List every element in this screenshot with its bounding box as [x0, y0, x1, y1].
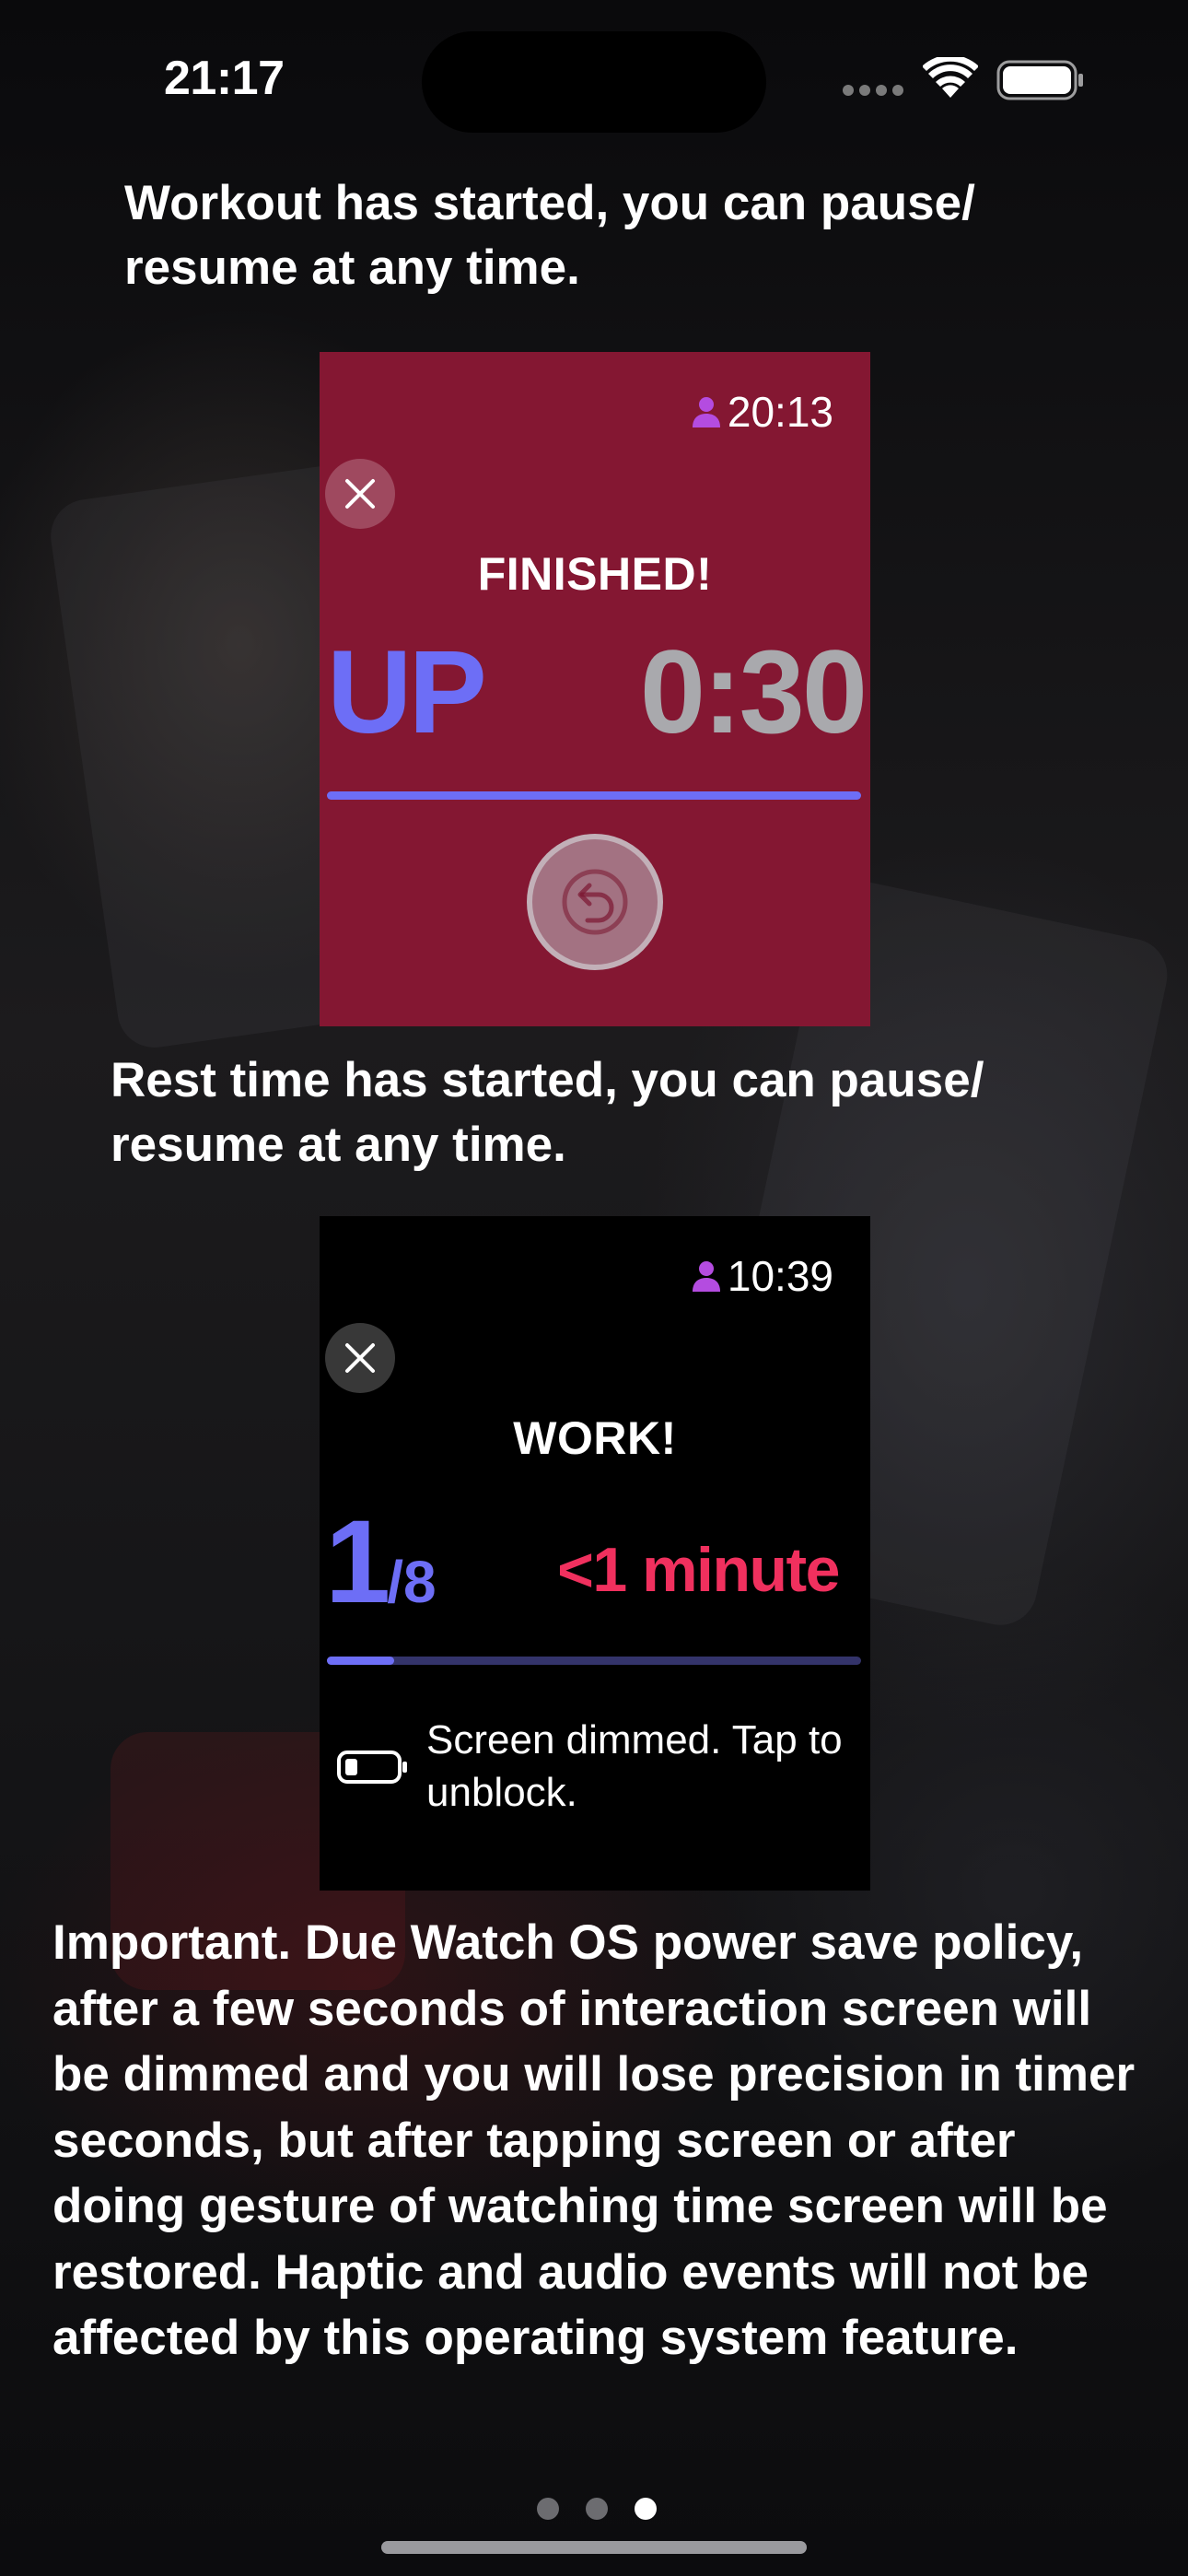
round-counter: 1/8 — [325, 1504, 437, 1622]
caption-rest-started: Rest time has started, you can pause/ re… — [111, 1053, 984, 1172]
status-bar: 21:17 — [0, 0, 1188, 157]
wifi-icon — [923, 57, 978, 98]
restart-button[interactable] — [527, 834, 663, 970]
watch-progress-fill — [327, 1657, 394, 1665]
screen-dimmed-message[interactable]: Screen dimmed. Tap to unblock. — [426, 1714, 859, 1819]
page-dot[interactable] — [635, 2498, 657, 2520]
status-time: 21:17 — [164, 52, 285, 105]
caption-workout-started: Workout has started, you can pause/ resu… — [124, 182, 1137, 321]
close-icon — [345, 1343, 375, 1373]
battery-icon — [996, 60, 1083, 100]
caption-line: resume at any time. — [124, 240, 580, 295]
watch-clock: 10:39 — [691, 1251, 833, 1301]
close-button[interactable] — [325, 1323, 395, 1393]
person-icon — [692, 1261, 720, 1292]
watch-clock: 20:13 — [691, 387, 833, 437]
caption-power-save-notice: Important. Due Watch OS power save polic… — [52, 1915, 1136, 2365]
caption-line: Workout has started, you can pause/ — [124, 182, 975, 230]
round-total: /8 — [387, 1549, 437, 1615]
watch-status-title: WORK! — [513, 1412, 677, 1464]
watch-progress-track — [327, 1657, 861, 1665]
close-button[interactable] — [325, 459, 395, 529]
watch-screenshot-work: 10:39 WORK! 1/8 <1 minute Screen dimmed.… — [320, 1216, 870, 1891]
close-icon — [345, 479, 375, 509]
watch-clock-time: 10:39 — [727, 1252, 833, 1300]
cellular-signal-icon — [843, 85, 905, 96]
time-remaining: <1 minute — [557, 1535, 840, 1605]
low-battery-icon — [337, 1751, 407, 1784]
home-indicator[interactable] — [381, 2541, 807, 2554]
undo-arrow-icon — [562, 869, 628, 935]
watch-clock-time: 20:13 — [727, 388, 833, 436]
watch-timer: 0:30 — [639, 626, 868, 758]
dynamic-island — [422, 31, 766, 133]
page-dot[interactable] — [537, 2498, 559, 2520]
round-current: 1 — [325, 1496, 390, 1628]
watch-status-title: FINISHED! — [477, 548, 713, 600]
page-dot[interactable] — [586, 2498, 608, 2520]
watch-phase-label: UP — [327, 626, 487, 758]
person-icon — [692, 397, 720, 427]
watch-progress-bar — [327, 791, 861, 800]
page-indicator[interactable] — [537, 2498, 657, 2520]
watch-screenshot-rest: 20:13 FINISHED! UP 0:30 — [320, 352, 870, 1026]
